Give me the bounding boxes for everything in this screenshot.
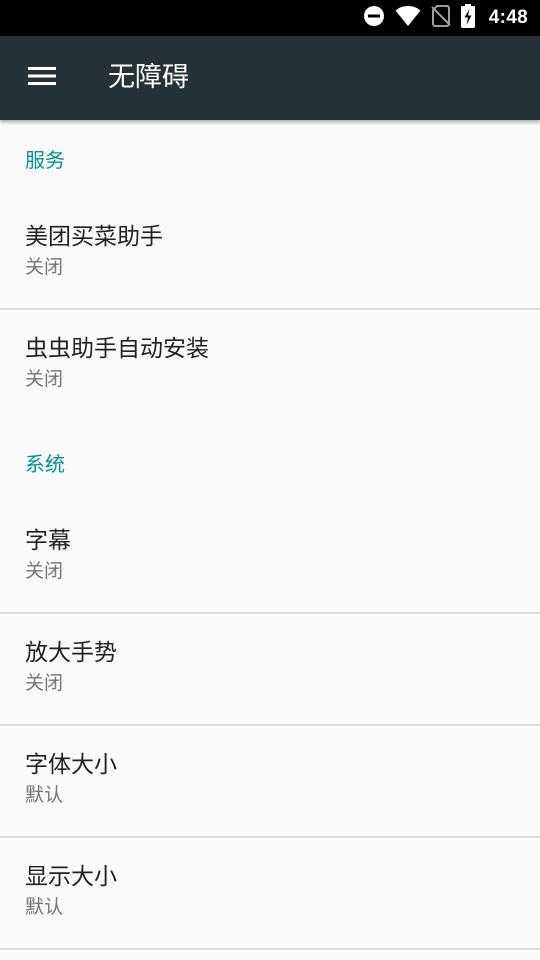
pref-item-title: 放大手势	[25, 640, 117, 666]
pref-item-title: 虫虫助手自动安装	[25, 336, 209, 362]
pref-item-summary: 关闭	[25, 560, 64, 582]
page-title: 无障碍	[108, 62, 189, 93]
pref-item-title: 显示大小	[25, 864, 117, 890]
menu-button[interactable]	[18, 56, 66, 100]
pref-item-display-size[interactable]: 显示大小 默认	[0, 838, 540, 950]
do-not-disturb-icon	[363, 5, 385, 31]
category-header-services: 服务	[25, 148, 65, 172]
battery-charging-icon	[460, 4, 475, 32]
pref-item-meituan-helper[interactable]: 美团买菜助手 关闭	[0, 198, 540, 310]
category-header-system: 系统	[25, 452, 65, 476]
pref-item-title: 字体大小	[25, 752, 117, 778]
pref-item-summary: 默认	[25, 896, 64, 918]
menu-icon	[28, 66, 56, 90]
pref-item-captions[interactable]: 字幕 关闭	[0, 502, 540, 614]
status-time: 4:48	[488, 7, 528, 28]
pref-item-font-size[interactable]: 字体大小 默认	[0, 726, 540, 838]
pref-item-summary: 关闭	[25, 368, 64, 390]
no-sim-icon	[431, 5, 451, 31]
status-bar: 4:48	[0, 0, 540, 36]
status-icons: 4:48	[363, 0, 528, 36]
pref-item-title: 美团买菜助手	[25, 224, 163, 250]
preference-list: 服务 美团买菜助手 关闭 虫虫助手自动安装 关闭 系统 字幕 关闭 放大手势 关…	[0, 120, 540, 960]
pref-item-summary: 关闭	[25, 672, 64, 694]
pref-item-title: 字幕	[25, 528, 71, 554]
app-bar: 无障碍	[0, 36, 540, 120]
pref-item-summary: 关闭	[25, 256, 64, 278]
pref-item-summary: 默认	[25, 784, 64, 806]
pref-item-magnification-gesture[interactable]: 放大手势 关闭	[0, 614, 540, 726]
wifi-icon	[395, 5, 421, 31]
pref-item-chongchong-auto-install[interactable]: 虫虫助手自动安装 关闭	[0, 310, 540, 422]
